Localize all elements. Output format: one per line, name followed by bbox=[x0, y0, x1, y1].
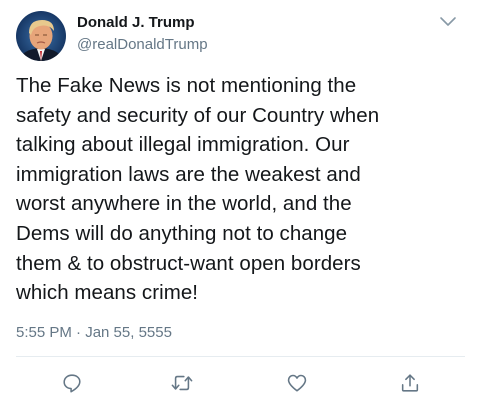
reply-icon bbox=[61, 372, 83, 399]
retweet-icon bbox=[170, 372, 194, 399]
share-button[interactable] bbox=[395, 370, 425, 400]
like-button[interactable] bbox=[282, 370, 312, 400]
username-handle[interactable]: @realDonaldTrump bbox=[77, 36, 208, 53]
reply-button[interactable] bbox=[57, 370, 87, 400]
tweet-text: The Fake News is not mentioning the safe… bbox=[16, 74, 380, 305]
tweet-card: Donald J. Trump @realDonaldTrump The Fak… bbox=[0, 0, 480, 410]
tweet-timestamp[interactable]: 5:55 PM · Jan 55, 5555 bbox=[16, 324, 172, 341]
chevron-down-icon[interactable] bbox=[438, 14, 458, 30]
retweet-button[interactable] bbox=[167, 370, 197, 400]
share-icon bbox=[399, 372, 421, 399]
heart-icon bbox=[286, 372, 308, 399]
divider bbox=[16, 356, 465, 357]
avatar[interactable] bbox=[16, 11, 66, 61]
action-bar bbox=[0, 370, 480, 400]
display-name[interactable]: Donald J. Trump bbox=[77, 14, 195, 31]
